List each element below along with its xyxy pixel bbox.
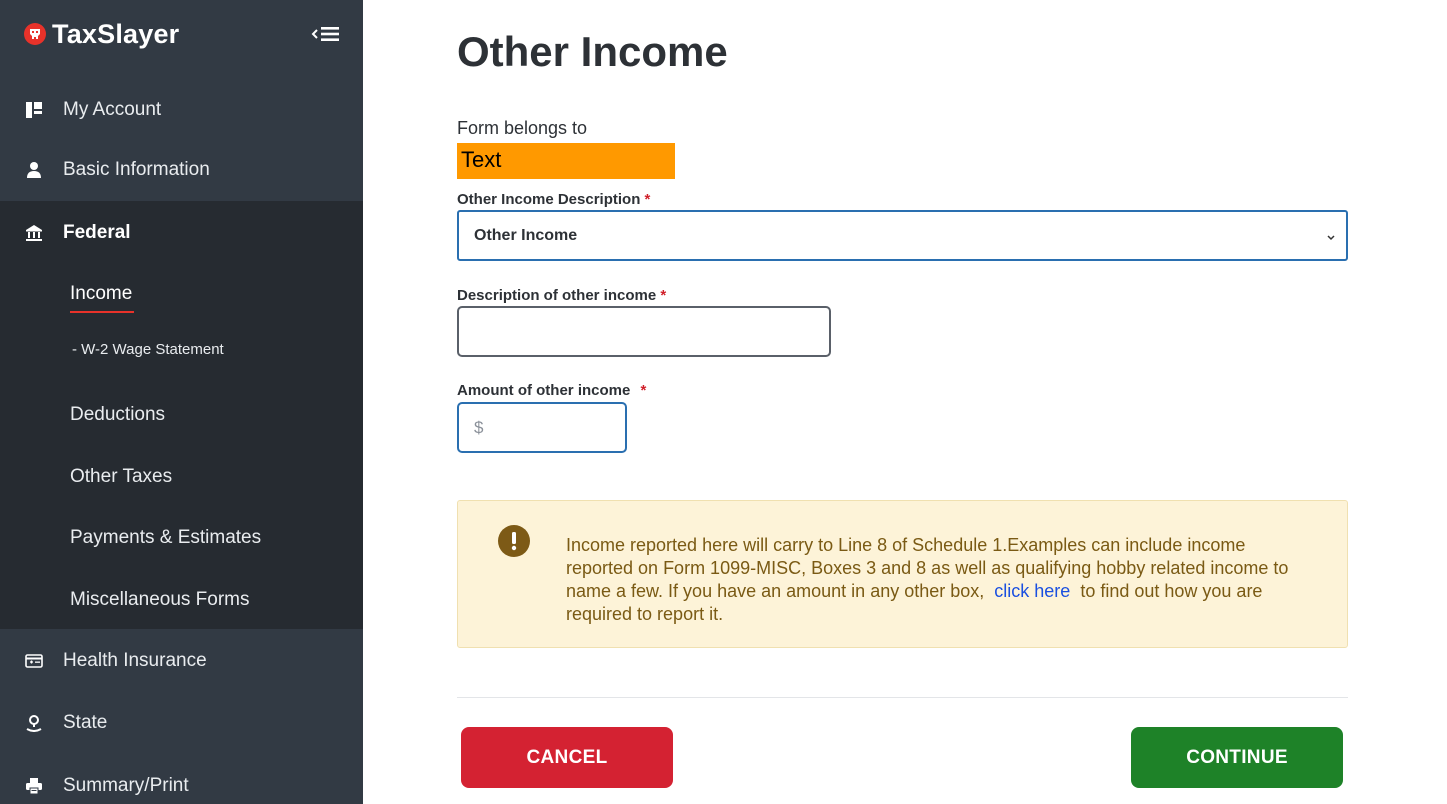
sidebar-item-summary-print[interactable]: Summary/Print xyxy=(0,755,363,804)
sidebar-subitem-other-taxes[interactable]: Other Taxes xyxy=(70,466,172,488)
brand[interactable]: TaxSlayer xyxy=(24,14,179,54)
amount-of-other-income-label: Amount of other income * xyxy=(457,382,646,399)
required-asterisk: * xyxy=(640,382,647,399)
sidebar: TaxSlayer My Account Basic Information F… xyxy=(0,0,363,804)
required-asterisk: * xyxy=(660,287,667,304)
form-belongs-value: Text xyxy=(457,143,675,179)
sidebar-item-label: State xyxy=(63,711,108,733)
other-income-description-select[interactable]: Other Income xyxy=(457,210,1348,261)
click-here-link[interactable]: click here xyxy=(994,581,1070,601)
selected-value: Other Income xyxy=(474,226,578,244)
sidebar-subitem-label: Miscellaneous Forms xyxy=(70,589,250,610)
sidebar-item-state[interactable]: State xyxy=(0,692,363,753)
required-asterisk: * xyxy=(644,191,651,208)
federal-section: Federal Income - W-2 Wage Statement Dedu… xyxy=(0,201,363,629)
sidebar-subitem-income[interactable]: Income xyxy=(70,283,134,313)
health-card-icon xyxy=(24,651,44,671)
other-income-description-label: Other Income Description * xyxy=(457,191,650,208)
divider xyxy=(457,697,1348,698)
sidebar-subitem-label: Other Taxes xyxy=(70,466,173,487)
label-text: Other Income Description xyxy=(457,191,641,208)
sidebar-item-health-insurance[interactable]: Health Insurance xyxy=(0,630,363,691)
label-text: Amount of other income xyxy=(457,382,631,399)
sidebar-item-basic-information[interactable]: Basic Information xyxy=(0,139,363,200)
sidebar-item-federal[interactable]: Federal xyxy=(0,202,363,263)
sidebar-item-label: Federal xyxy=(63,221,131,243)
collapse-sidebar-icon[interactable] xyxy=(308,22,344,46)
continue-button[interactable]: CONTINUE xyxy=(1131,727,1343,788)
sidebar-item-label: My Account xyxy=(63,98,162,120)
sidebar-subitem-label: Income xyxy=(70,283,133,304)
bank-icon xyxy=(24,223,44,243)
notice-message: Income reported here will carry to Line … xyxy=(566,534,1306,626)
sidebar-subitem-label: Deductions xyxy=(70,404,166,425)
description-of-other-income-label: Description of other income * xyxy=(457,287,666,304)
sidebar-item-label: Basic Information xyxy=(63,158,210,180)
sidebar-item-my-account[interactable]: My Account xyxy=(0,79,363,140)
info-notice: Income reported here will carry to Line … xyxy=(457,500,1348,648)
amount-placeholder: $ xyxy=(474,417,484,437)
sidebar-subitem-deductions[interactable]: Deductions xyxy=(70,404,165,426)
printer-icon xyxy=(24,776,44,796)
brand-name: TaxSlayer xyxy=(52,18,180,49)
main-content: Other Income Form belongs to Text Other … xyxy=(363,0,1447,804)
form-belongs-label: Form belongs to xyxy=(457,118,588,138)
amount-of-other-income-input[interactable]: $ xyxy=(457,402,627,453)
location-icon xyxy=(24,713,44,733)
label-text: Description of other income xyxy=(457,287,657,304)
sidebar-subitem-label: Payments & Estimates xyxy=(70,527,262,548)
account-icon xyxy=(24,100,44,120)
sidebar-item-label: Health Insurance xyxy=(63,649,207,671)
sidebar-subitem-w2[interactable]: - W-2 Wage Statement xyxy=(72,341,224,358)
sidebar-subitem-misc-forms[interactable]: Miscellaneous Forms xyxy=(70,589,250,611)
chevron-down-icon xyxy=(1326,229,1336,247)
description-of-other-income-input[interactable] xyxy=(457,306,831,357)
sidebar-subitem-label: - W-2 Wage Statement xyxy=(72,341,224,358)
exclamation-icon xyxy=(498,525,530,557)
taxslayer-logo-icon xyxy=(24,23,46,45)
sidebar-item-label: Summary/Print xyxy=(63,774,189,796)
sidebar-subitem-payments[interactable]: Payments & Estimates xyxy=(70,527,261,549)
cancel-button[interactable]: CANCEL xyxy=(461,727,673,788)
person-icon xyxy=(24,160,44,180)
page-title: Other Income xyxy=(457,28,728,75)
active-underline xyxy=(70,311,134,313)
